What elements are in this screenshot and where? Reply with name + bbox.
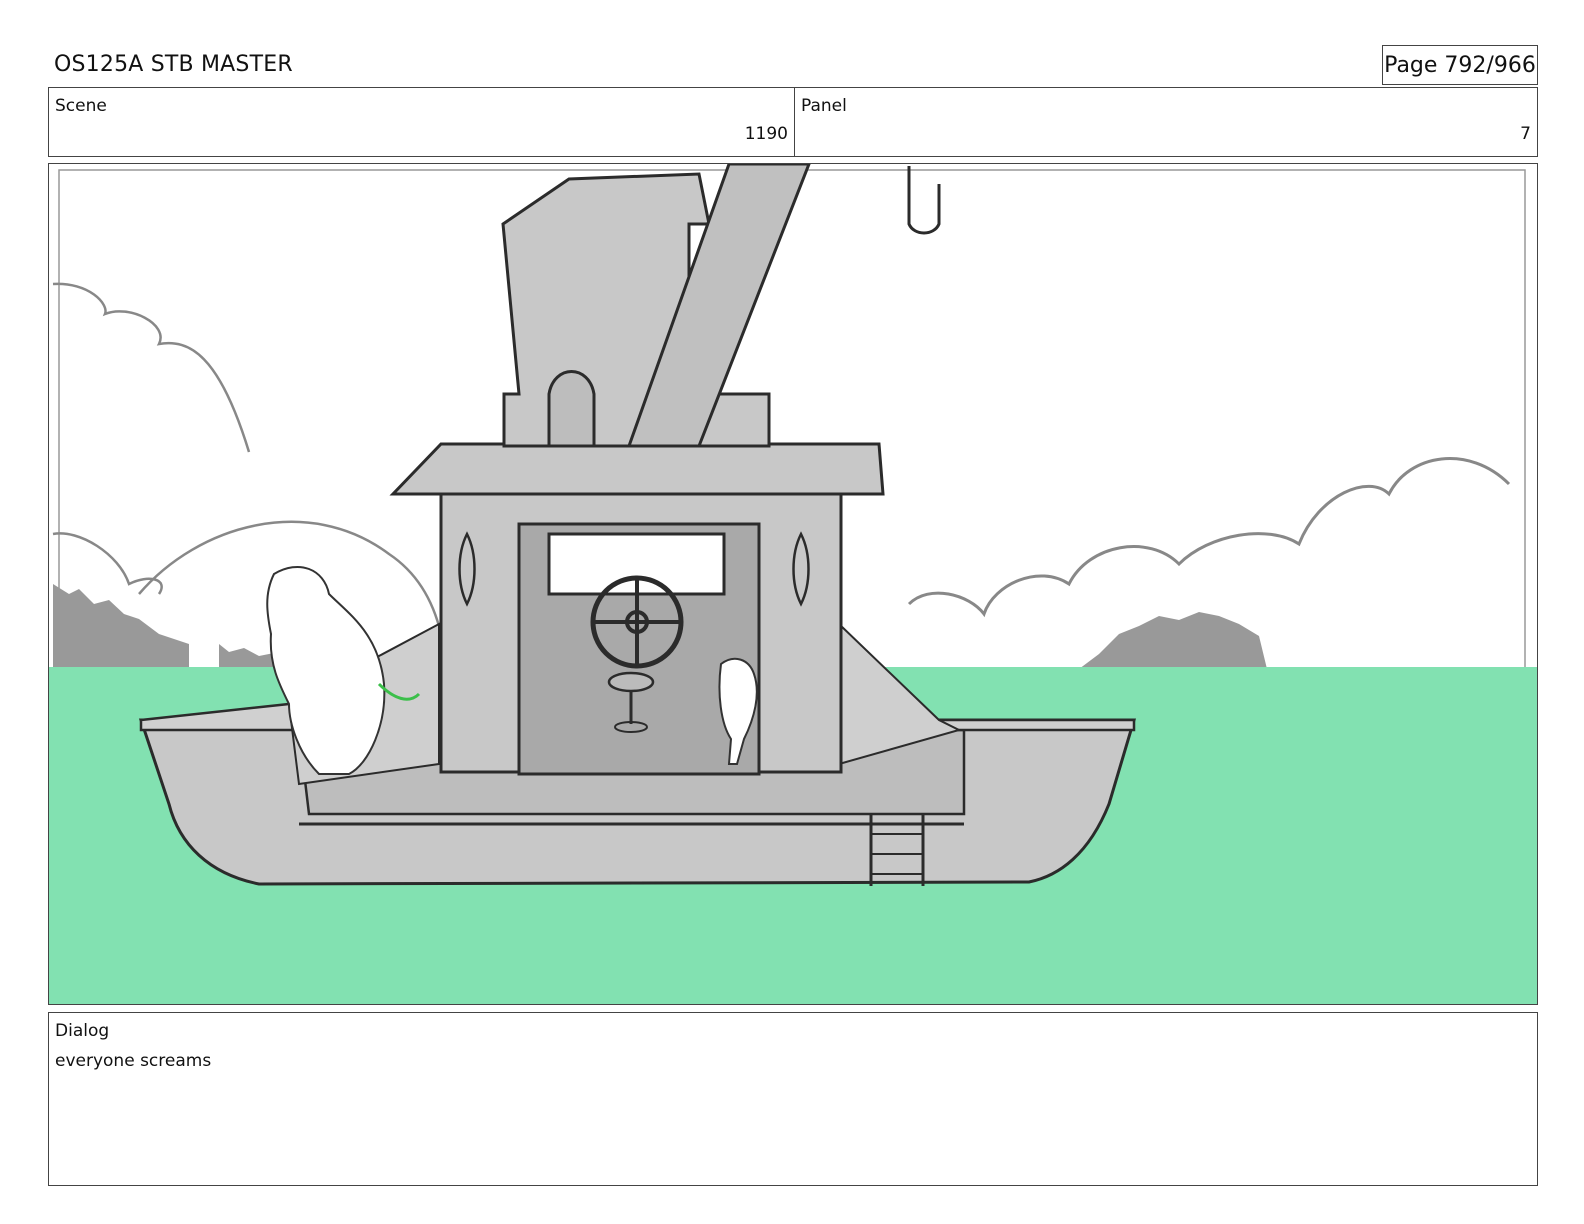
storyboard-frame [48, 163, 1538, 1005]
panel-label: Panel [801, 96, 847, 116]
dialog-text: everyone screams [55, 1051, 212, 1071]
panel-cell: Panel 7 [795, 88, 1537, 156]
scene-panel-header: Scene 1190 Panel 7 [48, 87, 1538, 157]
tower-arch [547, 370, 596, 448]
cabin-roof [389, 442, 885, 496]
storyboard-drawing [49, 164, 1537, 1004]
dialog-box: Dialog everyone screams [48, 1012, 1538, 1186]
scene-number: 1190 [744, 124, 788, 144]
steering-wheel-icon [590, 575, 684, 669]
page-indicator: Page 792/966 [1382, 45, 1538, 85]
document-title: OS125A STB MASTER [54, 52, 293, 77]
panel-number: 7 [1520, 124, 1531, 144]
dialog-label: Dialog [55, 1021, 110, 1041]
scene-label: Scene [55, 96, 107, 116]
scene-cell: Scene 1190 [49, 88, 795, 156]
gunwale-right [937, 718, 1136, 732]
